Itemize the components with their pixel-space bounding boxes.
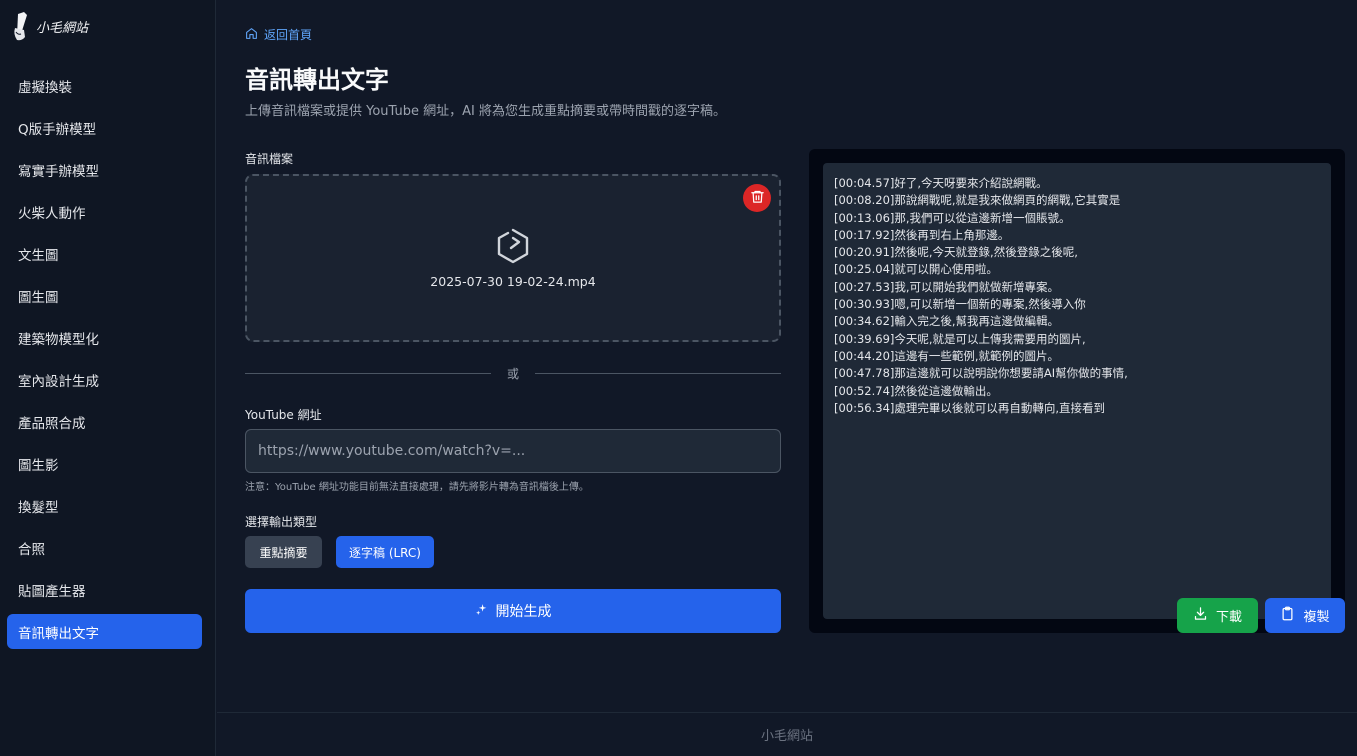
sidebar-item[interactable]: 寫實手辦模型 [7, 152, 202, 187]
output-panel: [00:04.57]好了,今天呀要來介紹說網戰。 [00:08.20]那說網戰呢,… [809, 149, 1345, 633]
transcript-line: [00:34.62]輸入完之後,幫我再這邊做編輯。 [834, 314, 1060, 329]
sparkle-icon [475, 603, 488, 620]
generate-label: 開始生成 [495, 604, 552, 620]
generate-button[interactable]: 開始生成 [245, 589, 781, 633]
summary-option-button[interactable]: 重點摘要 [245, 536, 322, 568]
transcript-output[interactable]: [00:04.57]好了,今天呀要來介紹說網戰。 [00:08.20]那說網戰呢,… [823, 163, 1345, 633]
divider-line-left [245, 373, 491, 374]
sidebar-item[interactable]: 室內設計生成 [7, 362, 202, 397]
transcript-line: [00:25.04]就可以開心使用啦。 [834, 262, 998, 277]
uploaded-file-name: 2025-07-30 19-02-24.mp4 [430, 274, 596, 289]
transcript-line: [00:13.06]那,我們可以從這邊新增一個賬號。 [834, 210, 1071, 225]
sidebar-item[interactable]: 產品照合成 [7, 404, 202, 439]
clipboard-icon [1280, 606, 1295, 625]
transcript-line: [00:52.74]然後從這邊做輸出。 [834, 383, 998, 398]
download-label: 下載 [1215, 610, 1242, 625]
sidebar-item[interactable]: 圖生圖 [7, 278, 202, 313]
transcript-line: [00:27.53]我,可以開始我們就做新增專案。 [834, 279, 1060, 294]
divider-or: 或 [506, 367, 519, 381]
transcript-line: [00:44.20]這邊有一些範例,就範例的圖片。 [834, 348, 1060, 363]
logo-text: 小毛網站 [36, 20, 89, 36]
sidebar-item[interactable]: 圖生影 [7, 446, 202, 481]
home-icon [245, 27, 258, 43]
back-home-label: 返回首頁 [264, 28, 313, 42]
transcript-line: [00:04.57]好了,今天呀要來介紹說網戰。 [834, 176, 1048, 190]
audio-dropzone[interactable]: 2025-07-30 19-02-24.mp4 [245, 174, 781, 342]
lrc-option-button[interactable]: 逐字稿 (LRC) [336, 536, 434, 568]
footer-text: 小毛網站 [760, 729, 813, 744]
transcript-line: [00:56.34]處理完畢以後就可以再自動轉向,直接看到 [834, 400, 1106, 415]
sidebar-item[interactable]: 音訊轉出文字 [7, 614, 202, 649]
download-button[interactable]: 下載 [1177, 598, 1258, 633]
youtube-url-input[interactable] [245, 429, 781, 473]
sidebar: 小毛網站 虛擬換裝 Q版手辦模型 寫實手辦模型 火柴人動作文生圖圖生圖建築物模型化 室內… [0, 0, 216, 756]
youtube-url-label: YouTube 網址 [245, 408, 322, 422]
sidebar-item[interactable]: 建築物模型化 [7, 320, 202, 355]
download-icon [1193, 606, 1208, 625]
sidebar-item[interactable]: 虛擬換裝 [7, 68, 202, 103]
delete-file-button[interactable] [743, 184, 771, 212]
site-logo[interactable]: 小毛網站 [12, 8, 88, 44]
transcript-line: [00:47.78]那這邊就可以說明說你想要請AI幫你做的事情, [834, 366, 1128, 381]
output-type-label: 選擇輸出類型 [245, 515, 318, 529]
sidebar-item[interactable]: 換髮型 [7, 488, 202, 523]
page-subtitle: 上傳音訊檔案或提供 YouTube 網址，AI 將為您生成重點摘要或帶時間戳的逐… [245, 104, 726, 119]
page-title: 音訊轉出文字 [245, 66, 389, 94]
transcript-lines: [00:04.57]好了,今天呀要來介紹說網戰。 [00:08.20]那說網戰呢,… [834, 175, 1320, 417]
sidebar-item[interactable]: 貼圖產生器 [7, 572, 202, 607]
footer: 小毛網站 [217, 712, 1357, 756]
transcript-line: [00:30.93]嗯,可以新增一個新的專案,然後導入你 [834, 297, 1086, 312]
sidebar-item[interactable]: 合照 [7, 530, 202, 565]
file-cube-icon [493, 226, 533, 270]
trash-icon [750, 189, 765, 208]
audio-file-label: 音訊檔案 [245, 152, 294, 166]
sidebar-nav: 虛擬換裝 Q版手辦模型 寫實手辦模型 火柴人動作文生圖圖生圖建築物模型化 室內設計生成產… [7, 68, 202, 656]
transcript-line: [00:17.92]然後再到右上角那邊。 [834, 227, 1010, 242]
transcript-line: [00:08.20]那說網戰呢,就是我來做網頁的網戰,它其實是 [834, 193, 1121, 208]
divider-line-right [535, 373, 781, 374]
youtube-note: 注意：YouTube 網址功能目前無法直接處理，請先將影片轉為音訊檔後上傳。 [245, 482, 589, 493]
sidebar-item[interactable]: Q版手辦模型 [7, 110, 202, 145]
main-content: 返回首頁 音訊轉出文字 上傳音訊檔案或提供 YouTube 網址，AI 將為您生… [217, 0, 1357, 712]
transcript-line: [00:20.91]然後呢,今天就登錄,然後登錄之後呢, [834, 245, 1078, 260]
copy-button[interactable]: 複製 [1265, 598, 1345, 633]
sidebar-item[interactable]: 火柴人動作 [7, 194, 202, 229]
copy-label: 複製 [1303, 610, 1330, 625]
pencil-hand-icon [12, 10, 34, 42]
transcript-line: [00:39.69]今天呢,就是可以上傳我需要用的圖片, [834, 331, 1086, 346]
back-home-link[interactable]: 返回首頁 [245, 26, 312, 43]
sidebar-item[interactable]: 文生圖 [7, 236, 202, 271]
